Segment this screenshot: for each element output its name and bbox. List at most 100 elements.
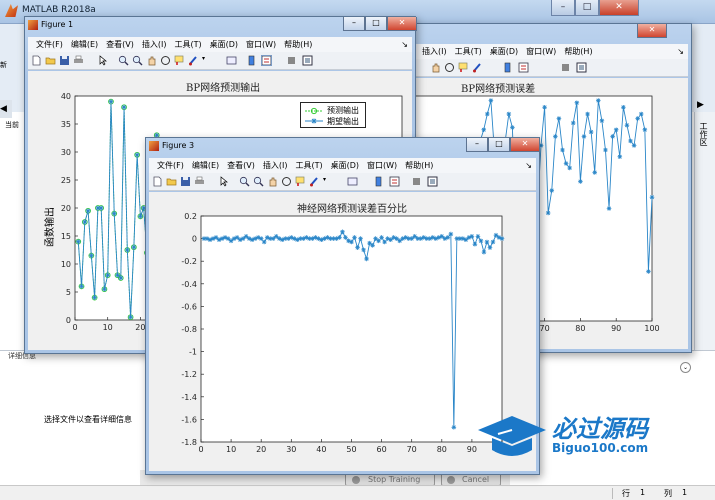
print-icon[interactable] [194, 176, 205, 187]
figure2-close-button[interactable]: ✕ [637, 24, 667, 38]
show-tools-icon[interactable] [302, 55, 313, 66]
figure1-menu-view[interactable]: 查看(V) [106, 39, 134, 50]
figure1-menu-arrow[interactable]: ↘ [401, 40, 408, 49]
save-icon[interactable] [59, 55, 70, 66]
left-tab-partial2[interactable]: 新 [0, 60, 22, 72]
figure3-menu-help[interactable]: 帮助(H) [405, 160, 433, 171]
legend-icon[interactable] [389, 176, 400, 187]
figure1-menu-file[interactable]: 文件(F) [36, 39, 63, 50]
brush-icon[interactable] [472, 62, 483, 73]
left-tab-partial[interactable]: 当前 [5, 120, 19, 130]
data-point [493, 232, 499, 238]
data-point [349, 239, 354, 245]
brush-icon[interactable] [309, 176, 320, 187]
figure3-menu-view[interactable]: 查看(V) [227, 160, 255, 171]
workspace-tab[interactable]: 工作区 [697, 122, 709, 146]
figure1-close-button[interactable]: ✕ [387, 17, 417, 31]
pan-icon[interactable] [267, 176, 278, 187]
new-figure-icon[interactable] [152, 176, 163, 187]
new-figure-icon[interactable] [31, 55, 42, 66]
figure2-menu-help[interactable]: 帮助(H) [564, 46, 592, 57]
figure1-minimize-button[interactable]: – [343, 17, 365, 31]
pan-icon[interactable] [146, 55, 157, 66]
figure3-menu-window[interactable]: 窗口(W) [367, 160, 397, 171]
hide-tools-icon[interactable] [286, 55, 297, 66]
figure3-menu-insert[interactable]: 插入(I) [263, 160, 288, 171]
figure3-minimize-button[interactable]: – [466, 138, 488, 152]
brush-icon[interactable] [188, 55, 199, 66]
figure3-menu-desktop[interactable]: 桌面(D) [331, 160, 359, 171]
figure3-menu-arrow[interactable]: ↘ [525, 161, 532, 170]
rotate-icon[interactable] [160, 55, 171, 66]
legend-icon[interactable] [518, 62, 529, 73]
zoom-out-icon[interactable] [253, 176, 264, 187]
figure1-menu-edit[interactable]: 编辑(E) [71, 39, 98, 50]
data-point [125, 247, 130, 253]
details-collapse-icon[interactable]: ⌄ [680, 362, 691, 373]
link-plot-icon[interactable] [347, 176, 358, 187]
pan-icon[interactable] [430, 62, 441, 73]
figure3-menu-file[interactable]: 文件(F) [157, 160, 184, 171]
datacursor-icon[interactable] [295, 176, 306, 187]
figure3-maximize-button[interactable]: □ [488, 138, 510, 152]
datacursor-icon[interactable] [174, 55, 185, 66]
figure3-toolbar: ▾ [149, 173, 536, 191]
open-file-icon[interactable] [166, 176, 177, 187]
data-point [355, 245, 360, 250]
data-point [240, 236, 246, 241]
data-point [485, 111, 490, 117]
figure2-menu-window[interactable]: 窗口(W) [526, 46, 556, 57]
hide-tools-icon[interactable] [411, 176, 422, 187]
open-file-icon[interactable] [45, 55, 56, 66]
data-point [451, 425, 457, 430]
colorbar-icon[interactable] [246, 55, 257, 66]
edit-plot-icon[interactable] [219, 176, 230, 187]
data-point [243, 234, 249, 239]
y-tick-label: 0 [192, 235, 197, 244]
panel-arrow-icon[interactable]: ▶ [697, 100, 711, 114]
figure3-close-button[interactable]: ✕ [510, 138, 540, 152]
show-tools-icon[interactable] [576, 62, 587, 73]
figure2-menu-tools[interactable]: 工具(T) [455, 46, 482, 57]
data-point [635, 116, 640, 121]
figure1-menu-help[interactable]: 帮助(H) [284, 39, 312, 50]
figure2-menu-arrow[interactable]: ↘ [677, 47, 684, 56]
figure1-menu-insert[interactable]: 插入(I) [142, 39, 167, 50]
y-tick-label: 30 [61, 148, 71, 157]
zoom-in-icon[interactable] [239, 176, 250, 187]
main-close-button[interactable]: ✕ [599, 0, 639, 16]
brush-dropdown-icon[interactable]: ▾ [323, 176, 329, 187]
rotate-icon[interactable] [444, 62, 455, 73]
data-point [596, 98, 601, 103]
datacursor-icon[interactable] [458, 62, 469, 73]
back-arrow-icon[interactable]: ◀ [0, 100, 12, 118]
main-minimize-button[interactable]: – [551, 0, 575, 16]
link-plot-icon[interactable] [226, 55, 237, 66]
brush-dropdown-icon[interactable]: ▾ [202, 55, 208, 66]
zoom-out-icon[interactable] [132, 55, 143, 66]
colorbar-icon[interactable] [373, 176, 384, 187]
main-maximize-button[interactable]: □ [575, 0, 599, 16]
data-point [578, 179, 583, 184]
col-value: 1 [682, 488, 688, 497]
save-icon[interactable] [180, 176, 191, 187]
colorbar-icon[interactable] [502, 62, 513, 73]
hide-tools-icon[interactable] [560, 62, 571, 73]
edit-plot-icon[interactable] [98, 55, 109, 66]
figure1-menu-tools[interactable]: 工具(T) [174, 39, 201, 50]
figure2-menu-desktop[interactable]: 桌面(D) [490, 46, 518, 57]
figure1-menu-desktop[interactable]: 桌面(D) [210, 39, 238, 50]
print-icon[interactable] [73, 55, 84, 66]
figure3-menu-tools[interactable]: 工具(T) [295, 160, 322, 171]
figure1-maximize-button[interactable]: □ [365, 17, 387, 31]
figure2-menu-insert[interactable]: 插入(I) [422, 46, 447, 57]
data-point [646, 269, 651, 274]
y-tick-label: -1.6 [181, 415, 197, 424]
zoom-in-icon[interactable] [118, 55, 129, 66]
y-tick-label: -1.4 [181, 393, 197, 402]
rotate-icon[interactable] [281, 176, 292, 187]
figure3-menu-edit[interactable]: 编辑(E) [192, 160, 219, 171]
figure1-menu-window[interactable]: 窗口(W) [246, 39, 276, 50]
show-tools-icon[interactable] [427, 176, 438, 187]
legend-icon[interactable] [261, 55, 272, 66]
